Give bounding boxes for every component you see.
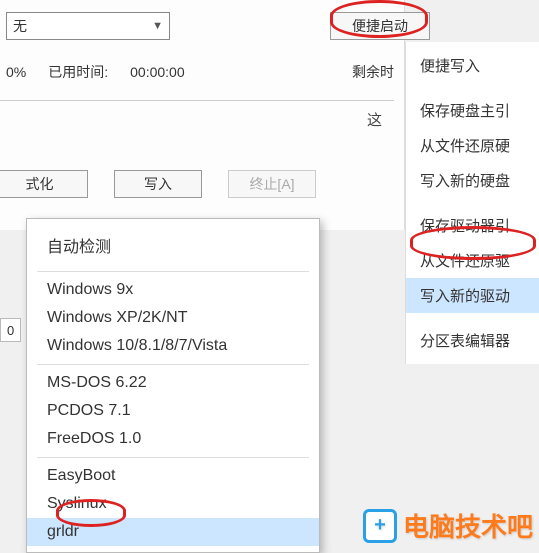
menu-item[interactable]: EasyBoot (27, 462, 319, 490)
menu-item[interactable]: 保存驱动器引 (406, 208, 539, 243)
menu-item[interactable]: MS-DOS 6.22 (27, 369, 319, 397)
menu-item-highlighted[interactable]: grldr (27, 518, 319, 546)
menu-item[interactable]: PCDOS 7.1 (27, 397, 319, 425)
menu-item[interactable]: 从文件还原硬 (406, 128, 539, 163)
watermark-icon: + (363, 509, 397, 543)
status-row: 0% 已用时间: 00:00:00 剩余时 (0, 46, 404, 92)
format-button[interactable]: 式化 (0, 170, 88, 198)
divider (0, 100, 394, 101)
abort-button[interactable]: 终止[A] (228, 170, 316, 198)
elapsed-label: 已用时间: (48, 62, 108, 82)
remain-label: 剩余时 (352, 62, 394, 82)
watermark: + 电脑技术吧 (363, 507, 533, 544)
menu-header[interactable]: 自动检测 (27, 225, 319, 267)
dropdown-value: 无 (13, 16, 27, 36)
menu-item[interactable]: Windows XP/2K/NT (27, 304, 319, 332)
menu-item[interactable]: 分区表编辑器 (406, 323, 539, 358)
menu-item-highlighted[interactable]: 写入新的驱动 (406, 278, 539, 313)
conv-start-button[interactable]: 便捷启动 (330, 12, 430, 40)
write-button[interactable]: 写入 (114, 170, 202, 198)
button-row: 式化 写入 终止[A] (0, 130, 404, 198)
boot-type-menu: 自动检测 Windows 9x Windows XP/2K/NT Windows… (26, 218, 320, 553)
elapsed-value: 00:00:00 (130, 64, 185, 80)
menu-item[interactable]: 保存硬盘主引 (406, 93, 539, 128)
menu-item[interactable]: 从文件还原驱 (406, 243, 539, 278)
tiny-value: 0 (7, 323, 14, 338)
dropdown-none[interactable]: 无 ▼ (6, 12, 170, 40)
right-dropdown-menu: 便捷写入 保存硬盘主引 从文件还原硬 写入新的硬盘 保存驱动器引 从文件还原驱 … (405, 42, 539, 364)
chevron-down-icon: ▼ (152, 20, 163, 32)
menu-item[interactable]: 写入新的硬盘 (406, 163, 539, 198)
menu-item[interactable]: Windows 10/8.1/8/7/Vista (27, 332, 319, 360)
menu-item[interactable]: FreeDOS 1.0 (27, 425, 319, 453)
dialog-char: 这 (0, 105, 404, 130)
menu-item[interactable]: 便捷写入 (406, 48, 539, 83)
percent-value: 0% (6, 64, 26, 80)
tiny-field[interactable]: 0 (0, 318, 21, 342)
watermark-text: 电脑技术吧 (403, 507, 533, 544)
menu-item[interactable]: Windows 9x (27, 276, 319, 304)
menu-item[interactable]: Syslinux (27, 490, 319, 518)
